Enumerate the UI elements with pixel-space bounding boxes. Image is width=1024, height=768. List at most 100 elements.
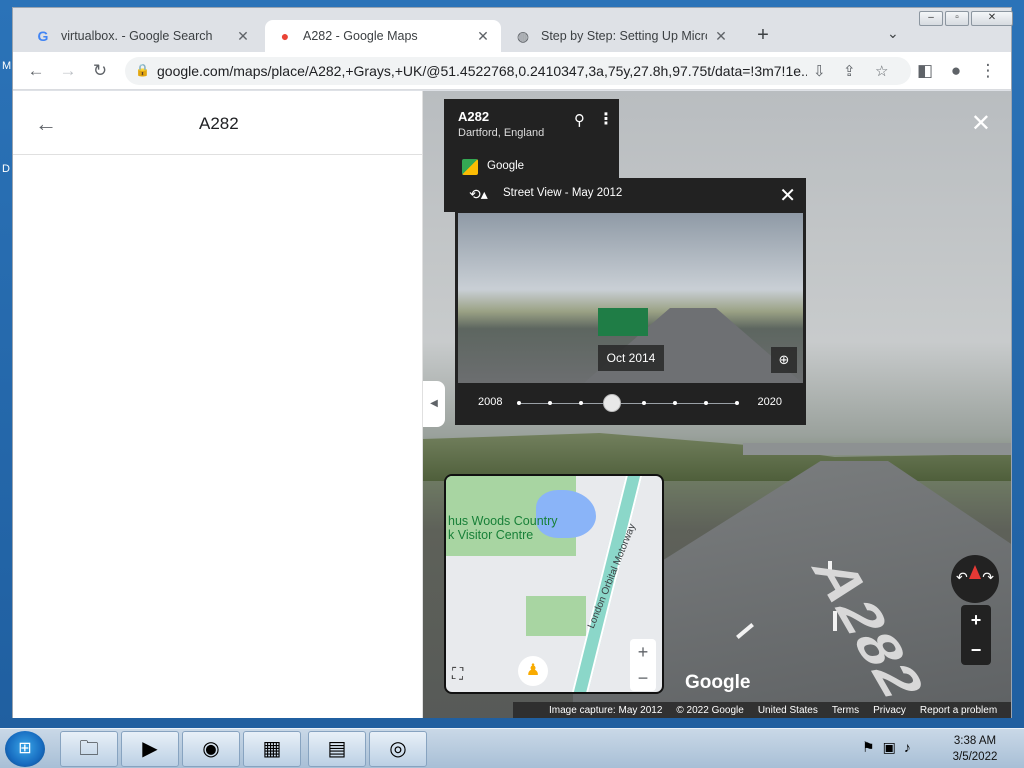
slider-snapshot-dot[interactable]	[735, 401, 739, 405]
street-view[interactable]: A282 ✕ A282 Dartford, England ⚲ ⋮ Google…	[423, 91, 1011, 718]
tab-title: virtualbox. - Google Search	[61, 29, 213, 43]
menu-kebab-icon[interactable]: ⋮	[977, 61, 999, 81]
time-machine-preview[interactable]: Oct 2014 ⊕	[458, 213, 803, 383]
folder-icon: 🗀	[79, 738, 99, 760]
compass-needle-icon	[969, 565, 981, 579]
report-problem-link[interactable]: Report a problem	[920, 705, 997, 716]
street-view-zoom-control: + −	[961, 605, 991, 665]
rotate-left-icon[interactable]: ↶	[956, 569, 968, 586]
time-machine-title: Street View - May 2012	[503, 187, 623, 199]
control-panel-icon: ▤	[327, 738, 347, 760]
close-window-button[interactable]: ✕	[971, 11, 1013, 26]
action-center-flag-icon[interactable]: ⚑	[862, 739, 875, 756]
app-taskbar-button[interactable]: ▦	[243, 731, 301, 767]
slider-snapshot-dot[interactable]	[703, 401, 708, 405]
zoom-out-button[interactable]: −	[630, 665, 656, 691]
minimap[interactable]: hus Woods Country k Visitor Centre London…	[444, 474, 664, 694]
slider-snapshot-dot[interactable]	[641, 401, 646, 405]
profile-avatar-icon[interactable]: ●	[945, 61, 967, 81]
back-arrow-icon[interactable]: ←	[25, 61, 47, 81]
chrome-taskbar-button[interactable]: ◉	[182, 731, 240, 767]
maps-pin-icon: ●	[280, 28, 290, 44]
country-link[interactable]: United States	[758, 705, 818, 716]
side-panel-icon[interactable]: ◧	[914, 61, 936, 81]
pegman-icon[interactable]: ♟	[518, 656, 548, 686]
forward-arrow-icon[interactable]: →	[57, 61, 79, 81]
disc-icon: ◎	[389, 738, 407, 760]
explorer-taskbar-button[interactable]: 🗀	[60, 731, 118, 767]
tab-google-maps[interactable]: ● A282 - Google Maps ✕	[265, 20, 501, 52]
desktop-icon-label: M	[2, 60, 12, 72]
control-panel-taskbar-button[interactable]: ▤	[308, 731, 366, 767]
slider-snapshot-dot[interactable]	[579, 401, 584, 405]
place-card-title: A282	[458, 109, 490, 124]
rotate-right-icon[interactable]: ↷	[982, 569, 994, 586]
collapse-panel-button[interactable]: ◀	[423, 381, 445, 427]
compass-control[interactable]: ↶ ↷	[951, 555, 999, 603]
time-machine-panel: ⟲▴ Street View - May 2012 ✕ Oct 2014 ⊕ 2…	[455, 178, 806, 425]
copyright-text: © 2022 Google	[676, 704, 744, 716]
close-icon[interactable]: ✕	[235, 28, 251, 45]
minimap-zoom-control: + −	[630, 639, 656, 691]
google-maps-logo-icon	[462, 159, 478, 175]
zoom-in-button[interactable]: +	[961, 605, 991, 635]
taskbar: ⊞ 🗀 ▶ ◉ ▦ ▤ ◎ ⚑ ▣ ♪ 3:38 AM 3/5/2022	[0, 728, 1024, 768]
zoom-in-magnifier-icon[interactable]: ⊕	[771, 347, 797, 373]
terms-link[interactable]: Terms	[832, 705, 859, 716]
zoom-out-button[interactable]: −	[961, 635, 991, 665]
url-text[interactable]: google.com/maps/place/A282,+Grays,+UK/@5…	[157, 63, 807, 79]
clock-date: 3/5/2022	[952, 751, 998, 763]
install-icon[interactable]: ⇩	[813, 62, 826, 80]
zoom-in-button[interactable]: +	[630, 639, 656, 665]
left-panel-header: ← A282	[13, 91, 422, 155]
new-tab-button[interactable]: +	[751, 24, 775, 48]
window-controls: – ▫ ✕	[917, 11, 1013, 27]
globe-icon: ◍	[516, 27, 530, 44]
tab-google-search[interactable]: G virtualbox. - Google Search ✕	[23, 20, 261, 52]
place-title: A282	[199, 114, 239, 133]
close-icon[interactable]: ✕	[971, 109, 991, 138]
clock-time: 3:38 AM	[953, 735, 997, 747]
more-vert-icon[interactable]: ⋮	[598, 109, 614, 129]
preview-truck	[598, 308, 648, 336]
slider-snapshot-dot[interactable]	[517, 401, 521, 405]
slider-end-year: 2020	[757, 396, 782, 408]
reload-icon[interactable]: ↻	[89, 61, 111, 81]
left-panel: ← A282	[13, 91, 423, 718]
history-clock-icon[interactable]: ⟲▴	[469, 186, 488, 203]
desktop-icon-label: D	[2, 163, 10, 175]
close-icon[interactable]: ✕	[779, 183, 796, 208]
tab-strip: G virtualbox. - Google Search ✕ ● A282 -…	[13, 8, 1013, 52]
street-view-scenery	[743, 443, 1011, 455]
media-player-taskbar-button[interactable]: ▶	[121, 731, 179, 767]
slider-snapshot-dot[interactable]	[548, 401, 553, 405]
location-pin-icon[interactable]: ⚲	[574, 111, 585, 129]
minimize-button[interactable]: –	[919, 11, 943, 26]
preview-date-label: Oct 2014	[598, 345, 664, 371]
close-icon[interactable]: ✕	[713, 28, 729, 45]
map-poi-label: hus Woods Country k Visitor Centre	[448, 514, 558, 542]
slider-snapshot-dot[interactable]	[672, 401, 677, 405]
tab-step-by-step[interactable]: ◍ Step by Step: Setting Up Microsoft ✕	[503, 20, 739, 52]
slider-thumb[interactable]	[603, 394, 622, 412]
place-card-brand: Google	[487, 160, 525, 172]
start-button[interactable]: ⊞	[5, 731, 45, 767]
fullscreen-icon[interactable]: ⛶	[452, 666, 463, 684]
back-arrow-icon[interactable]: ←	[35, 111, 57, 137]
close-icon[interactable]: ✕	[475, 28, 491, 45]
app-icon: ▦	[262, 738, 282, 760]
chrome-icon: ◉	[202, 738, 220, 760]
bookmark-star-icon[interactable]: ☆	[875, 62, 888, 80]
disc-taskbar-button[interactable]: ◎	[369, 731, 427, 767]
volume-icon[interactable]: ♪	[904, 739, 911, 756]
taskbar-clock[interactable]: 3:38 AM 3/5/2022	[940, 733, 1010, 765]
tab-title: Step by Step: Setting Up Microsoft	[541, 29, 707, 43]
address-bar[interactable]: 🔒 google.com/maps/place/A282,+Grays,+UK/…	[125, 57, 911, 85]
time-slider[interactable]: 2008 2020	[455, 390, 806, 418]
network-icon[interactable]: ▣	[883, 739, 896, 756]
share-icon[interactable]: ⇪	[843, 62, 856, 80]
privacy-link[interactable]: Privacy	[873, 705, 906, 716]
maximize-button[interactable]: ▫	[945, 11, 969, 26]
chevron-down-icon[interactable]: ⌄	[887, 25, 899, 42]
map-footer: Image capture: May 2012 © 2022 Google Un…	[513, 702, 1011, 718]
